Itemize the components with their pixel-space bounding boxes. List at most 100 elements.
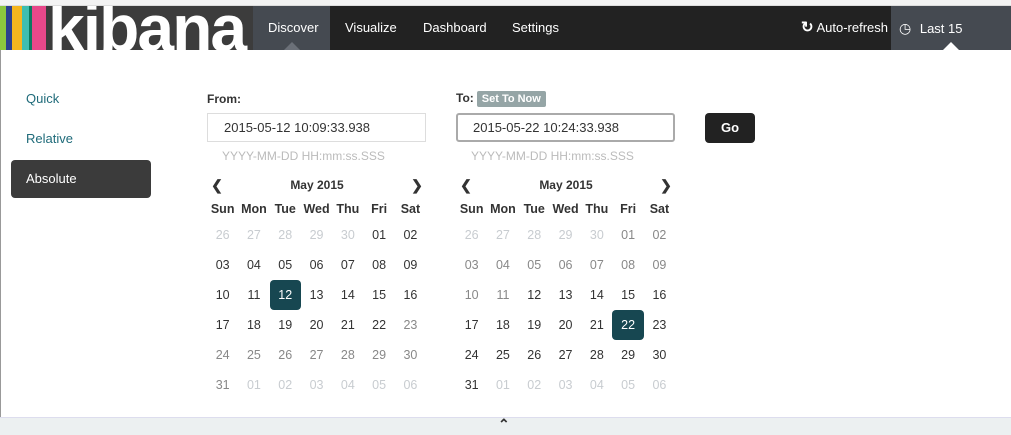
nav-discover[interactable]: Discover [253, 6, 330, 50]
day-cell[interactable]: 08 [612, 250, 643, 280]
day-cell[interactable]: 01 [487, 370, 518, 400]
nav-settings[interactable]: Settings [497, 6, 574, 50]
day-cell[interactable]: 26 [270, 340, 301, 370]
day-cell[interactable]: 16 [644, 280, 675, 310]
day-cell[interactable]: 04 [332, 370, 363, 400]
day-cell[interactable]: 23 [644, 310, 675, 340]
day-cell[interactable]: 02 [519, 370, 550, 400]
chevron-left-icon[interactable]: ❮ [456, 175, 476, 195]
day-cell[interactable]: 24 [456, 340, 487, 370]
day-cell[interactable]: 29 [550, 220, 581, 250]
day-cell[interactable]: 03 [207, 250, 238, 280]
day-cell[interactable]: 27 [301, 340, 332, 370]
nav-dashboard[interactable]: Dashboard [408, 6, 502, 50]
sidebar-item-absolute[interactable]: Absolute [11, 160, 151, 198]
day-cell[interactable]: 01 [363, 220, 394, 250]
day-cell[interactable]: 06 [644, 370, 675, 400]
day-cell[interactable]: 01 [612, 220, 643, 250]
day-cell[interactable]: 24 [207, 340, 238, 370]
chevron-up-icon[interactable]: ⌃ [498, 416, 510, 433]
auto-refresh-button[interactable]: ↻ Auto-refresh [787, 6, 894, 50]
nav-visualize[interactable]: Visualize [330, 6, 412, 50]
day-cell[interactable]: 25 [238, 340, 269, 370]
month-title[interactable]: May 2015 [290, 178, 343, 192]
day-cell[interactable]: 26 [207, 220, 238, 250]
day-cell[interactable]: 05 [363, 370, 394, 400]
day-cell[interactable]: 18 [238, 310, 269, 340]
day-cell[interactable]: 16 [395, 280, 426, 310]
day-cell[interactable]: 17 [456, 310, 487, 340]
set-to-now-button[interactable]: Set To Now [476, 91, 546, 107]
day-cell[interactable]: 27 [550, 340, 581, 370]
day-cell[interactable]: 30 [395, 340, 426, 370]
day-cell[interactable]: 09 [644, 250, 675, 280]
day-cell[interactable]: 14 [581, 280, 612, 310]
day-cell[interactable]: 03 [550, 370, 581, 400]
sidebar-item-relative[interactable]: Relative [11, 120, 151, 158]
day-cell[interactable]: 13 [550, 280, 581, 310]
day-cell[interactable]: 17 [207, 310, 238, 340]
day-cell[interactable]: 04 [487, 250, 518, 280]
day-cell[interactable]: 27 [238, 220, 269, 250]
day-cell[interactable]: 02 [395, 220, 426, 250]
day-cell[interactable]: 14 [332, 280, 363, 310]
day-cell[interactable]: 03 [301, 370, 332, 400]
day-cell[interactable]: 06 [550, 250, 581, 280]
collapse-bar[interactable]: ⌃ [0, 416, 1011, 435]
day-cell[interactable]: 13 [301, 280, 332, 310]
chevron-left-icon[interactable]: ❮ [207, 175, 227, 195]
day-cell[interactable]: 20 [550, 310, 581, 340]
day-cell[interactable]: 02 [270, 370, 301, 400]
chevron-right-icon[interactable]: ❯ [407, 175, 427, 195]
day-cell[interactable]: 04 [581, 370, 612, 400]
day-cell[interactable]: 07 [581, 250, 612, 280]
day-cell[interactable]: 07 [332, 250, 363, 280]
day-cell[interactable]: 23 [395, 310, 426, 340]
day-cell[interactable]: 01 [238, 370, 269, 400]
day-cell[interactable]: 15 [363, 280, 394, 310]
day-cell[interactable]: 10 [456, 280, 487, 310]
day-cell[interactable]: 28 [581, 340, 612, 370]
day-cell[interactable]: 28 [332, 340, 363, 370]
day-cell[interactable]: 22 [612, 310, 644, 340]
day-cell[interactable]: 27 [487, 220, 518, 250]
day-cell[interactable]: 08 [363, 250, 394, 280]
day-cell[interactable]: 06 [301, 250, 332, 280]
day-cell[interactable]: 09 [395, 250, 426, 280]
day-cell[interactable]: 29 [363, 340, 394, 370]
day-cell[interactable]: 12 [269, 280, 301, 310]
go-button[interactable]: Go [705, 113, 755, 143]
from-input[interactable]: 2015-05-12 10:09:33.938 [207, 113, 426, 142]
chevron-right-icon[interactable]: ❯ [656, 175, 676, 195]
day-cell[interactable]: 30 [332, 220, 363, 250]
day-cell[interactable]: 31 [456, 370, 487, 400]
day-cell[interactable]: 25 [487, 340, 518, 370]
day-cell[interactable]: 21 [581, 310, 612, 340]
to-input[interactable]: 2015-05-22 10:24:33.938 [456, 113, 675, 142]
day-cell[interactable]: 29 [612, 340, 643, 370]
day-cell[interactable]: 20 [301, 310, 332, 340]
day-cell[interactable]: 11 [487, 280, 518, 310]
day-cell[interactable]: 28 [270, 220, 301, 250]
day-cell[interactable]: 26 [519, 340, 550, 370]
day-cell[interactable]: 05 [612, 370, 643, 400]
day-cell[interactable]: 04 [238, 250, 269, 280]
day-cell[interactable]: 12 [519, 280, 550, 310]
day-cell[interactable]: 31 [207, 370, 238, 400]
day-cell[interactable]: 05 [270, 250, 301, 280]
day-cell[interactable]: 11 [238, 280, 269, 310]
day-cell[interactable]: 22 [363, 310, 394, 340]
day-cell[interactable]: 05 [519, 250, 550, 280]
day-cell[interactable]: 02 [644, 220, 675, 250]
day-cell[interactable]: 28 [519, 220, 550, 250]
day-cell[interactable]: 15 [612, 280, 643, 310]
day-cell[interactable]: 29 [301, 220, 332, 250]
day-cell[interactable]: 19 [270, 310, 301, 340]
day-cell[interactable]: 18 [487, 310, 518, 340]
day-cell[interactable]: 26 [456, 220, 487, 250]
day-cell[interactable]: 10 [207, 280, 238, 310]
day-cell[interactable]: 21 [332, 310, 363, 340]
time-range-button[interactable]: ◷ Last 15 minutes [891, 6, 1011, 80]
day-cell[interactable]: 19 [519, 310, 550, 340]
day-cell[interactable]: 06 [395, 370, 426, 400]
